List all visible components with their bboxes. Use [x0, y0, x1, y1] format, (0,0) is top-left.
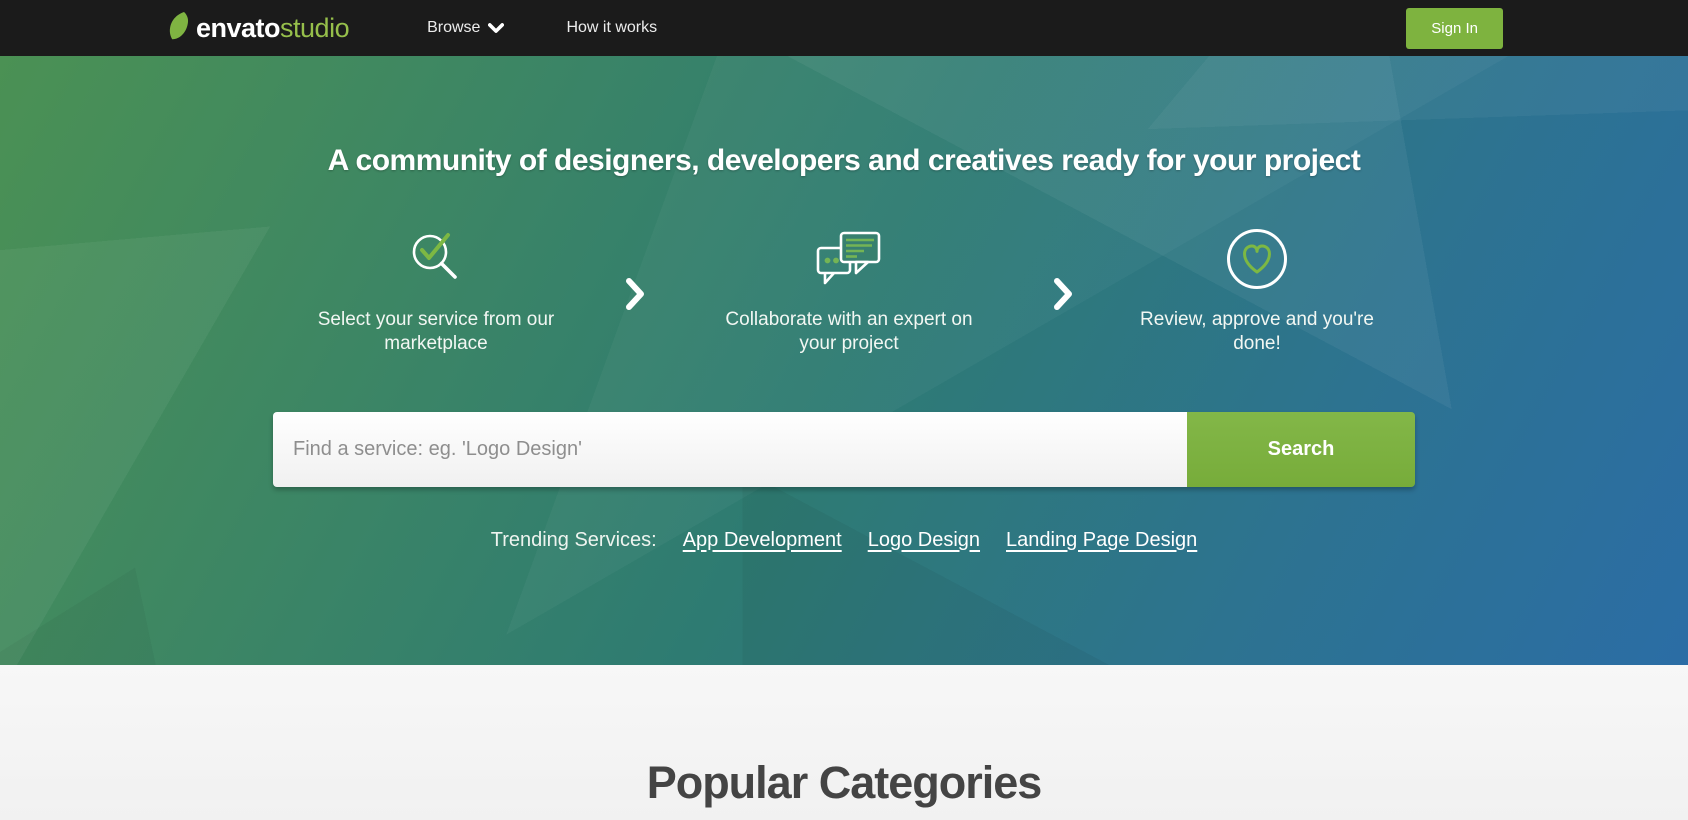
nav-browse[interactable]: Browse: [427, 19, 505, 37]
search-button[interactable]: Search: [1187, 411, 1415, 487]
nav-how-it-works[interactable]: How it works: [566, 19, 657, 37]
nav-browse-label: Browse: [427, 19, 481, 36]
logo-word-envato: envato: [196, 12, 281, 43]
nav-how-it-works-label: How it works: [566, 19, 658, 36]
logo-word-studio: studio: [280, 12, 350, 43]
hero-headline: A community of designers, developers and…: [327, 144, 1361, 177]
step-label: Collaborate with an expert on your proje…: [725, 309, 973, 354]
step-review-approve: Review, approve and you're done!: [1107, 224, 1407, 356]
chat-bubbles-icon: [814, 224, 884, 294]
magnifier-check-icon: [405, 224, 467, 294]
trending-link-logo-design[interactable]: Logo Design: [868, 529, 980, 552]
trending-link-app-development[interactable]: App Development: [683, 529, 842, 552]
hero-section: A community of designers, developers and…: [0, 56, 1688, 665]
service-search-bar: Search: [273, 411, 1415, 487]
step-label: Select your service from our marketplace: [317, 309, 555, 354]
how-it-works-steps: Select your service from our marketplace: [273, 224, 1415, 356]
trending-link-landing-page-design[interactable]: Landing Page Design: [1006, 529, 1197, 552]
popular-categories-section: Popular Categories: [0, 665, 1688, 820]
trending-services: Trending Services: App Development Logo …: [273, 529, 1415, 552]
nav-links: Browse How it works: [427, 19, 657, 37]
popular-categories-title: Popular Categories: [646, 757, 1043, 808]
service-search-input[interactable]: [273, 411, 1187, 487]
chevron-right-icon: [1019, 224, 1107, 310]
step-select-service: Select your service from our marketplace: [281, 224, 591, 356]
step-collaborate: Collaborate with an expert on your proje…: [679, 224, 1019, 356]
chevron-down-icon: [488, 22, 505, 34]
hero-search-row: Search: [273, 411, 1415, 487]
chevron-right-icon: [591, 224, 679, 310]
step-label: Review, approve and you're done!: [1140, 309, 1374, 354]
sign-in-button[interactable]: Sign In: [1406, 7, 1503, 49]
envato-studio-logo[interactable]: envato studio: [168, 11, 350, 46]
top-navbar: envato studio Browse How it works Sign In: [0, 0, 1688, 56]
heart-circle-icon: [1225, 224, 1289, 294]
envato-leaf-icon: [168, 11, 190, 46]
trending-services-label: Trending Services:: [490, 528, 657, 551]
